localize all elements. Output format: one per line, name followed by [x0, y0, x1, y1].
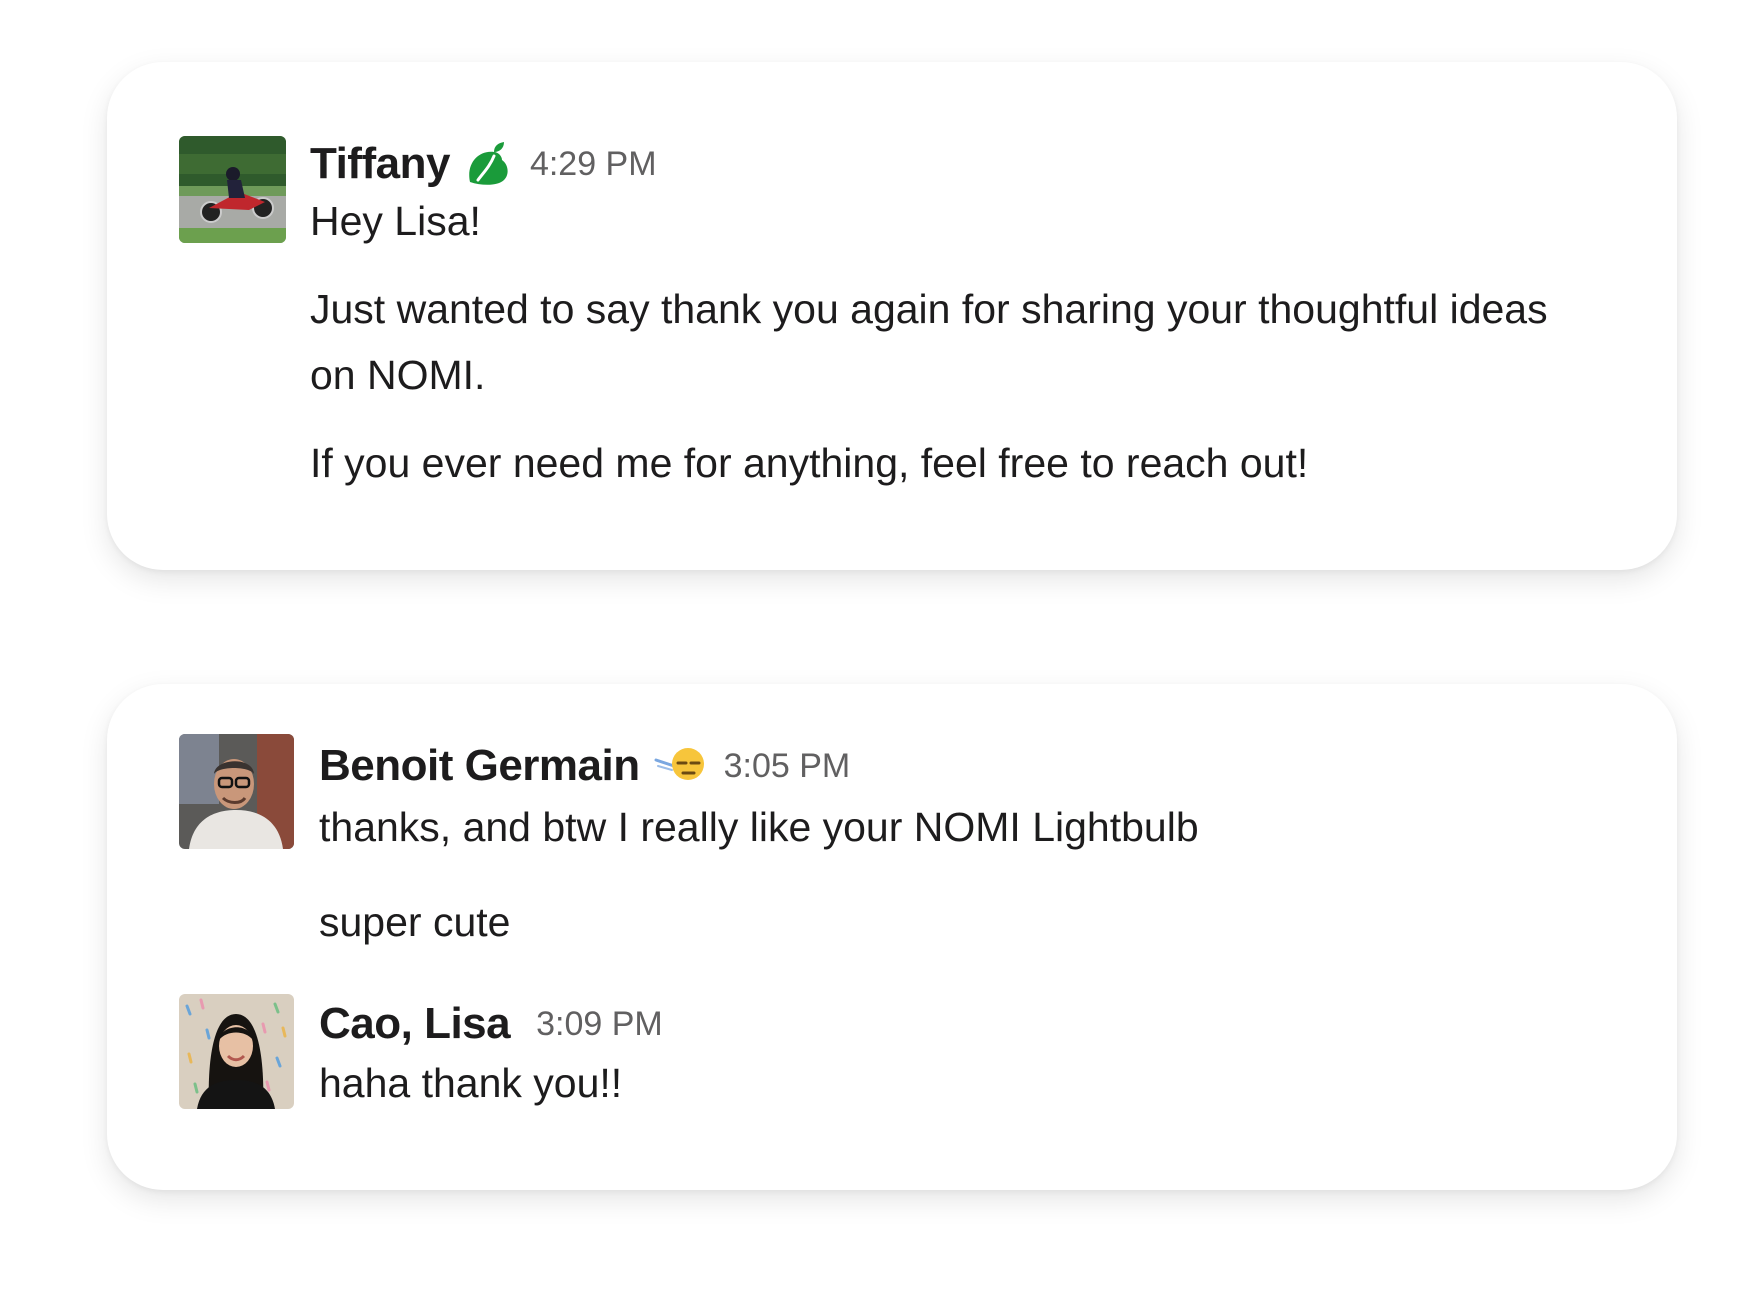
- sender-name[interactable]: Benoit Germain: [319, 741, 640, 791]
- sleepy-face-icon[interactable]: [654, 746, 706, 786]
- message-header: Tiffany 4:29 PM: [310, 134, 657, 194]
- avatar-lisa[interactable]: [179, 994, 294, 1109]
- message-header: Benoit Germain 3:05 PM: [319, 734, 850, 798]
- person-photo-icon: [179, 734, 294, 849]
- message-line-2: super cute: [319, 899, 511, 945]
- timestamp[interactable]: 3:09 PM: [536, 1005, 663, 1044]
- timestamp[interactable]: 4:29 PM: [530, 145, 657, 184]
- motorcycle-photo-icon: [179, 136, 286, 243]
- message-line-1: Hey Lisa!: [310, 198, 481, 244]
- message-header: Cao, Lisa 3:09 PM: [319, 994, 663, 1054]
- message-line-1: haha thank you!!: [319, 1060, 623, 1106]
- message-line-2: Just wanted to say thank you again for s…: [310, 286, 1548, 398]
- avatar-benoit[interactable]: [179, 734, 294, 849]
- timestamp[interactable]: 3:05 PM: [724, 747, 851, 786]
- sender-name[interactable]: Cao, Lisa: [319, 999, 511, 1049]
- message-line-3: If you ever need me for anything, feel f…: [310, 440, 1309, 486]
- message-card-1: Tiffany 4:29 PM Hey Lisa! Just wanted to…: [107, 62, 1677, 570]
- message-line-1: thanks, and btw I really like your NOMI …: [319, 804, 1199, 850]
- person-photo-icon: [179, 994, 294, 1109]
- message-card-2: Benoit Germain 3:05 PM thanks, and btw I…: [107, 684, 1677, 1190]
- avatar-tiffany[interactable]: [179, 136, 286, 243]
- leaf-icon[interactable]: [464, 142, 512, 186]
- message-lisa: Cao, Lisa 3:09 PM haha thank you!!: [179, 994, 1617, 1124]
- sender-name[interactable]: Tiffany: [310, 139, 450, 189]
- message-tiffany: Tiffany 4:29 PM Hey Lisa! Just wanted to…: [179, 136, 1617, 536]
- message-benoit: Benoit Germain 3:05 PM thanks, and btw I…: [179, 734, 1617, 974]
